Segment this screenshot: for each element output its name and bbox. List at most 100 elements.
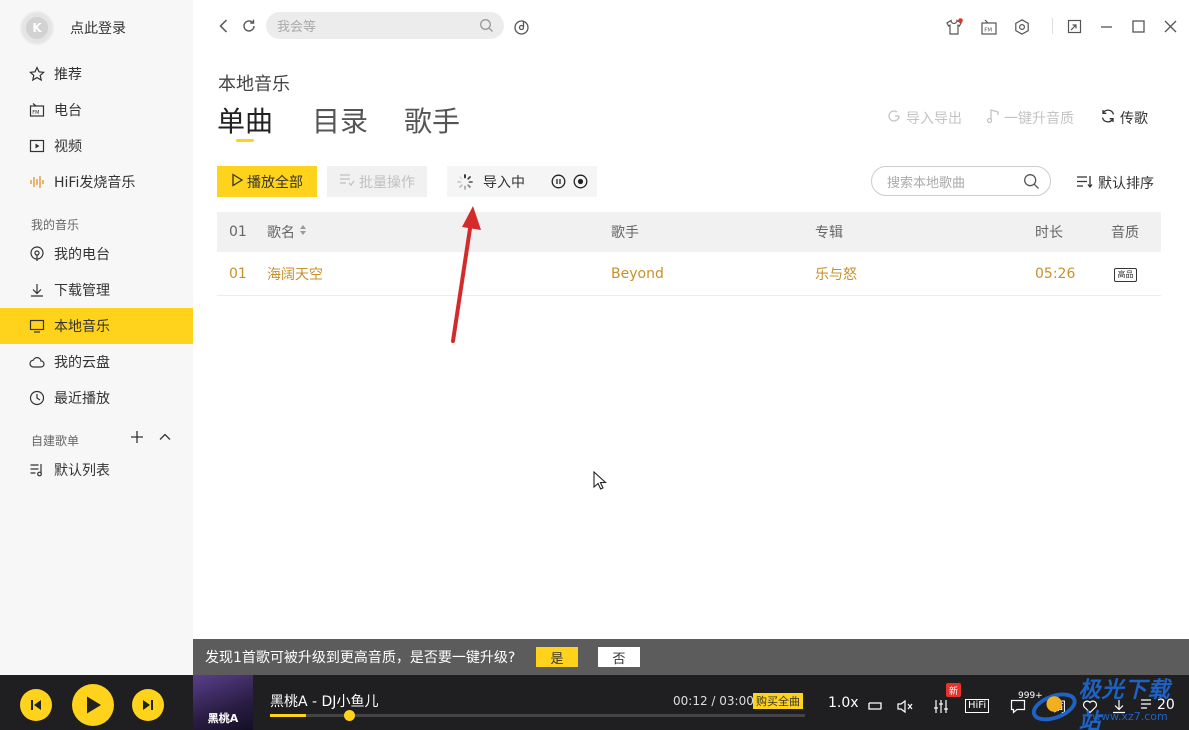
refresh-icon[interactable] bbox=[241, 18, 257, 34]
video-icon bbox=[28, 137, 46, 155]
svg-text:FM: FM bbox=[984, 28, 992, 34]
annotation-arrow bbox=[451, 206, 481, 343]
site-watermark: 极光下载站 www.xz7.com bbox=[1030, 677, 1189, 730]
cloud-icon bbox=[28, 353, 46, 371]
back-icon[interactable] bbox=[216, 18, 232, 34]
play-all-button[interactable]: 播放全部 bbox=[217, 166, 317, 197]
upload-label: 传歌 bbox=[1120, 111, 1148, 127]
chevron-up-icon[interactable] bbox=[158, 430, 172, 448]
sidebar-item-label: 本地音乐 bbox=[54, 319, 110, 335]
search-placeholder: 我会等 bbox=[277, 20, 317, 35]
minimize-icon[interactable] bbox=[1098, 18, 1114, 34]
previous-icon bbox=[31, 700, 41, 710]
play-time: 00:12 / 03:00 bbox=[673, 694, 754, 708]
importing-label: 导入中 bbox=[483, 174, 525, 191]
upgrade-yes-button[interactable]: 是 bbox=[536, 647, 578, 667]
avatar[interactable]: K bbox=[20, 11, 54, 45]
speed-label: 1.0x bbox=[828, 695, 859, 711]
sidebar-item-downloads[interactable]: 下载管理 bbox=[0, 272, 193, 308]
page-title: 本地音乐 bbox=[218, 74, 290, 95]
watermark-logo-icon bbox=[1031, 692, 1077, 721]
previous-button[interactable] bbox=[20, 689, 52, 721]
loop-mode-icon[interactable] bbox=[867, 699, 883, 713]
sidebar-item-video[interactable]: 视频 bbox=[0, 128, 193, 164]
sidebar-item-cloud[interactable]: 我的云盘 bbox=[0, 344, 193, 380]
row-index: 01 bbox=[229, 265, 247, 282]
sidebar-item-recommend[interactable]: 推荐 bbox=[0, 56, 193, 92]
buy-full-song-button[interactable]: 购买全曲 bbox=[753, 693, 803, 709]
skin-icon[interactable] bbox=[944, 17, 964, 37]
top-search-input[interactable]: 我会等 bbox=[266, 12, 504, 39]
upgrade-no-button[interactable]: 否 bbox=[598, 647, 640, 667]
volume-muted-icon[interactable] bbox=[897, 699, 914, 714]
sidebar-item-default-list[interactable]: 默认列表 bbox=[0, 452, 193, 488]
quality-badge: 高品 bbox=[1114, 265, 1137, 282]
row-album[interactable]: 乐与怒 bbox=[815, 264, 857, 284]
table-header: 01 歌名 歌手 专辑 时长 音质 bbox=[217, 212, 1161, 252]
header-quality: 音质 bbox=[1111, 225, 1139, 241]
upgrade-message: 发现1首歌可被升级到更高音质，是否要一键升级? bbox=[205, 650, 516, 666]
upgrade-quality-label: 一键升音质 bbox=[1004, 111, 1074, 127]
local-search-placeholder: 搜索本地歌曲 bbox=[887, 175, 966, 191]
login-area[interactable]: K 点此登录 bbox=[20, 10, 126, 46]
local-search-input[interactable]: 搜索本地歌曲 bbox=[871, 166, 1051, 196]
progress-knob[interactable] bbox=[343, 710, 355, 721]
sidebar-item-label: 下载管理 bbox=[54, 283, 110, 299]
sidebar-item-label: 最近播放 bbox=[54, 391, 110, 407]
fm-icon[interactable]: FM bbox=[979, 17, 999, 37]
table-row[interactable]: 01 海阔天空 Beyond 乐与怒 05:26 高品 bbox=[217, 252, 1161, 296]
sidebar-item-hifi[interactable]: HiFi发烧音乐 bbox=[0, 164, 193, 200]
mini-mode-icon[interactable] bbox=[1066, 18, 1082, 34]
import-export-button[interactable]: 导入导出 bbox=[886, 108, 962, 128]
tab-songs[interactable]: 单曲 bbox=[217, 100, 273, 140]
playlist-tools bbox=[130, 430, 172, 448]
progress-bar[interactable] bbox=[270, 710, 805, 721]
next-button[interactable] bbox=[132, 689, 164, 721]
sidebar-item-radio[interactable]: FM 电台 bbox=[0, 92, 193, 128]
now-playing-title[interactable]: 黑桃A - DJ小鱼儿 bbox=[270, 691, 378, 711]
sidebar-item-my-radio[interactable]: 我的电台 bbox=[0, 236, 193, 272]
login-link[interactable]: 点此登录 bbox=[70, 18, 126, 38]
header-title-label: 歌名 bbox=[267, 225, 295, 241]
playback-speed-button[interactable]: 1.0x bbox=[828, 695, 859, 711]
header-duration: 时长 bbox=[1035, 225, 1063, 241]
row-artist[interactable]: Beyond bbox=[611, 266, 664, 282]
sort-button[interactable]: 默认排序 bbox=[1076, 173, 1154, 193]
settings-icon[interactable] bbox=[1012, 17, 1032, 37]
header-artist: 歌手 bbox=[611, 225, 639, 241]
search-icon[interactable] bbox=[479, 18, 494, 37]
sort-arrows-icon bbox=[299, 224, 307, 240]
sidebar-item-local-music[interactable]: 本地音乐 bbox=[0, 308, 193, 344]
equalizer-icon[interactable] bbox=[933, 699, 949, 714]
pause-icon[interactable] bbox=[551, 174, 566, 189]
batch-list-icon bbox=[339, 173, 355, 191]
comment-icon[interactable] bbox=[1010, 699, 1026, 714]
search-icon[interactable] bbox=[1023, 173, 1040, 194]
sync-icon bbox=[1100, 108, 1116, 128]
close-icon[interactable] bbox=[1162, 18, 1178, 34]
maximize-icon[interactable] bbox=[1130, 18, 1146, 34]
batch-operation-button[interactable]: 批量操作 bbox=[327, 166, 427, 197]
upload-button[interactable]: 传歌 bbox=[1100, 108, 1148, 128]
playlist-icon bbox=[28, 461, 46, 479]
loading-spinner-icon bbox=[457, 173, 473, 190]
watermark-url: www.xz7.com bbox=[1092, 710, 1168, 723]
sidebar-item-label: 我的电台 bbox=[54, 247, 110, 263]
upgrade-quality-button[interactable]: 一键升音质 bbox=[986, 108, 1074, 128]
song-table: 01 歌名 歌手 专辑 时长 音质 01 海阔天空 Beyond 乐与怒 05:… bbox=[217, 212, 1161, 296]
play-button[interactable] bbox=[72, 684, 114, 726]
new-badge: 新 bbox=[946, 683, 961, 697]
hifi-button[interactable]: HiFi bbox=[965, 699, 990, 713]
star-icon bbox=[28, 65, 46, 83]
row-duration: 05:26 bbox=[1035, 265, 1076, 282]
header-title[interactable]: 歌名 bbox=[267, 222, 307, 242]
stop-icon[interactable] bbox=[573, 174, 588, 189]
sidebar-item-recent[interactable]: 最近播放 bbox=[0, 380, 193, 416]
album-cover[interactable]: 黑桃A bbox=[193, 675, 253, 730]
row-title[interactable]: 海阔天空 bbox=[267, 264, 323, 284]
add-playlist-icon[interactable] bbox=[130, 430, 144, 448]
tab-artists[interactable]: 歌手 bbox=[404, 100, 460, 140]
tab-folders[interactable]: 目录 bbox=[312, 100, 368, 140]
sidebar-item-label: 默认列表 bbox=[54, 463, 110, 479]
listen-identify-icon[interactable] bbox=[512, 18, 530, 36]
